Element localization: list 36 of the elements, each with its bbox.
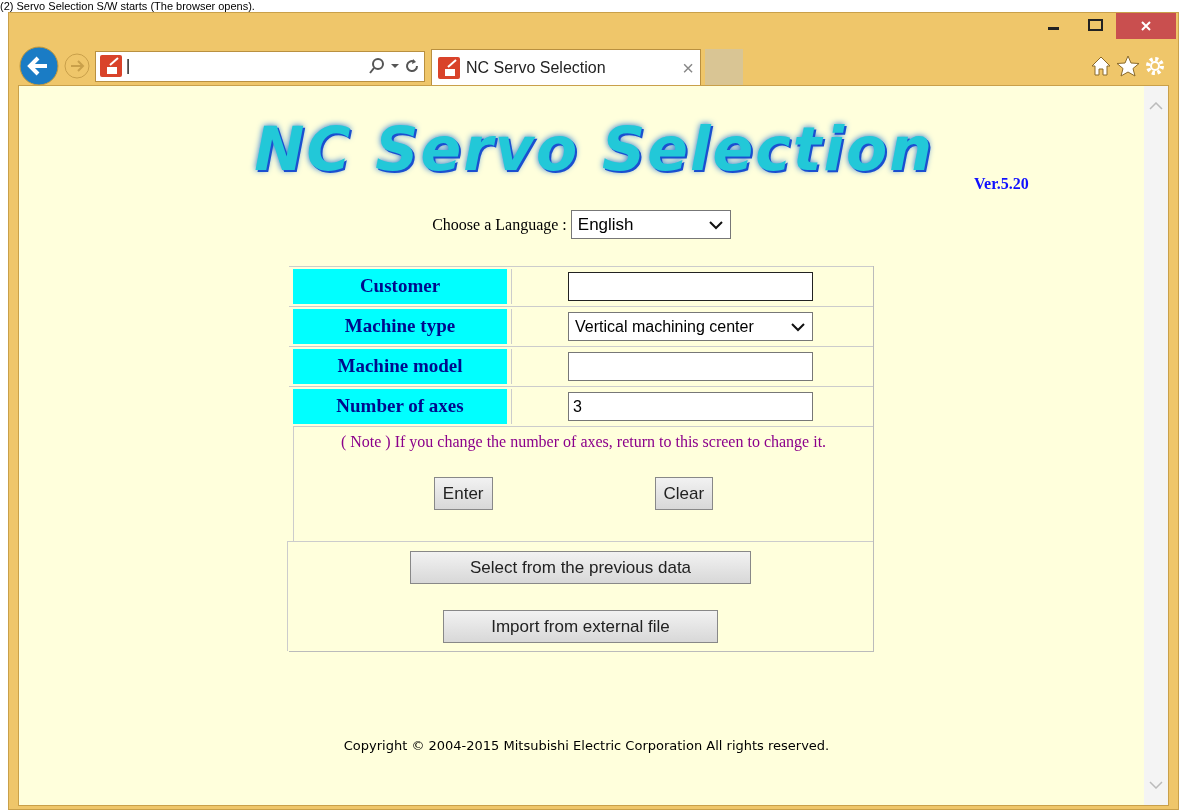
note-text: ( Note ) If you change the number of axes, return to this screen to change it. — [340, 432, 827, 453]
close-icon — [1140, 20, 1152, 32]
machine-type-select[interactable]: Vertical machining center — [568, 312, 813, 341]
field-label: Number of axes — [293, 389, 507, 424]
caption: (2) Servo Selection S/W starts (The browser opens). — [0, 0, 255, 12]
form-button[interactable]: Enter — [433, 477, 493, 510]
app-logo: NC Servo Selection — [254, 114, 934, 184]
field-label: Customer — [293, 269, 507, 304]
action-button[interactable]: Import from external file — [443, 610, 718, 643]
field-label: Machine model — [293, 349, 507, 384]
site-icon — [438, 56, 460, 79]
text-field[interactable]: 3 — [568, 392, 813, 421]
tab-title: NC Servo Selection — [466, 57, 607, 78]
address-text: | — [126, 56, 132, 76]
version-label: Ver.5.20 — [973, 174, 1029, 194]
language-label: Choose a Language : — [432, 214, 567, 236]
tab-close[interactable]: × — [682, 52, 694, 83]
address-bar[interactable]: | — [95, 50, 425, 82]
text-field[interactable] — [568, 272, 813, 301]
field-label: Machine type — [293, 309, 507, 344]
star-icon[interactable] — [1116, 55, 1140, 77]
refresh-icon[interactable] — [404, 58, 420, 74]
language-select[interactable]: English — [570, 210, 731, 239]
chevron-down-icon — [790, 321, 806, 332]
search-icon[interactable] — [368, 57, 386, 75]
text-field[interactable] — [568, 352, 813, 381]
back-icon[interactable] — [19, 46, 59, 86]
home-icon[interactable] — [1090, 55, 1112, 77]
site-icon — [100, 55, 122, 77]
form-button[interactable]: Clear — [654, 477, 714, 510]
close-button[interactable] — [1116, 13, 1176, 39]
copyright-text: Copyright © 2004-2015 Mitsubishi Electric Corporation All rights reserved. — [343, 737, 830, 755]
chevron-down-icon — [707, 219, 724, 230]
action-button[interactable]: Select from the previous data — [410, 551, 751, 584]
dropdown-icon[interactable] — [390, 63, 400, 69]
browser-tab[interactable]: NC Servo Selection × — [431, 49, 701, 85]
